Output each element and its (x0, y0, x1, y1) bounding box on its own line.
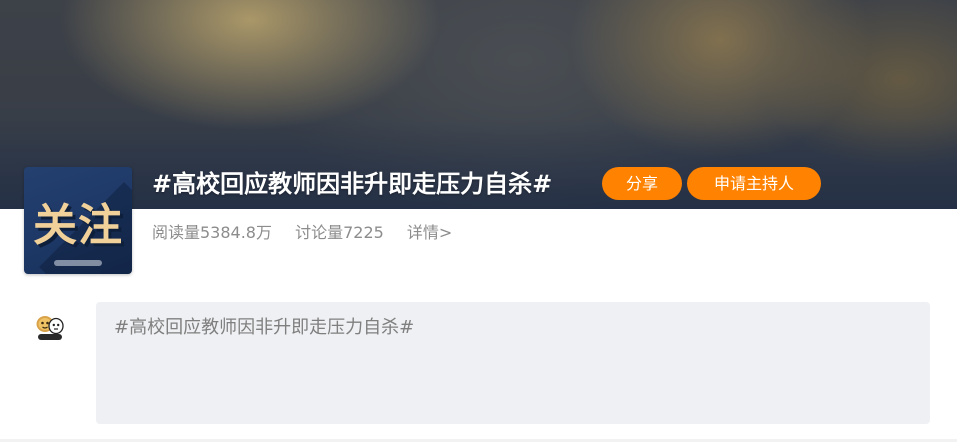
post-input[interactable] (114, 313, 912, 413)
apply-host-button[interactable]: 申请主持人 (687, 167, 821, 200)
details-link[interactable]: 详情> (407, 223, 452, 242)
read-count: 阅读量5384.8万 (152, 223, 272, 242)
topic-title: #高校回应教师因非升即走压力自杀# (152, 170, 553, 198)
topic-cover-image: 关注 (24, 167, 132, 274)
topic-stats: 阅读量5384.8万 讨论量7225 详情> (152, 219, 470, 243)
cover-watermark (54, 260, 102, 266)
post-composer[interactable] (96, 302, 930, 424)
cover-text: 关注 (33, 200, 123, 251)
topic-page: 关注 #高校回应教师因非升即走压力自杀# 分享 申请主持人 阅读量5384.8万… (0, 0, 957, 442)
share-button[interactable]: 分享 (602, 167, 682, 200)
discuss-count: 讨论量7225 (295, 223, 384, 242)
user-avatar-icon[interactable] (34, 311, 66, 343)
